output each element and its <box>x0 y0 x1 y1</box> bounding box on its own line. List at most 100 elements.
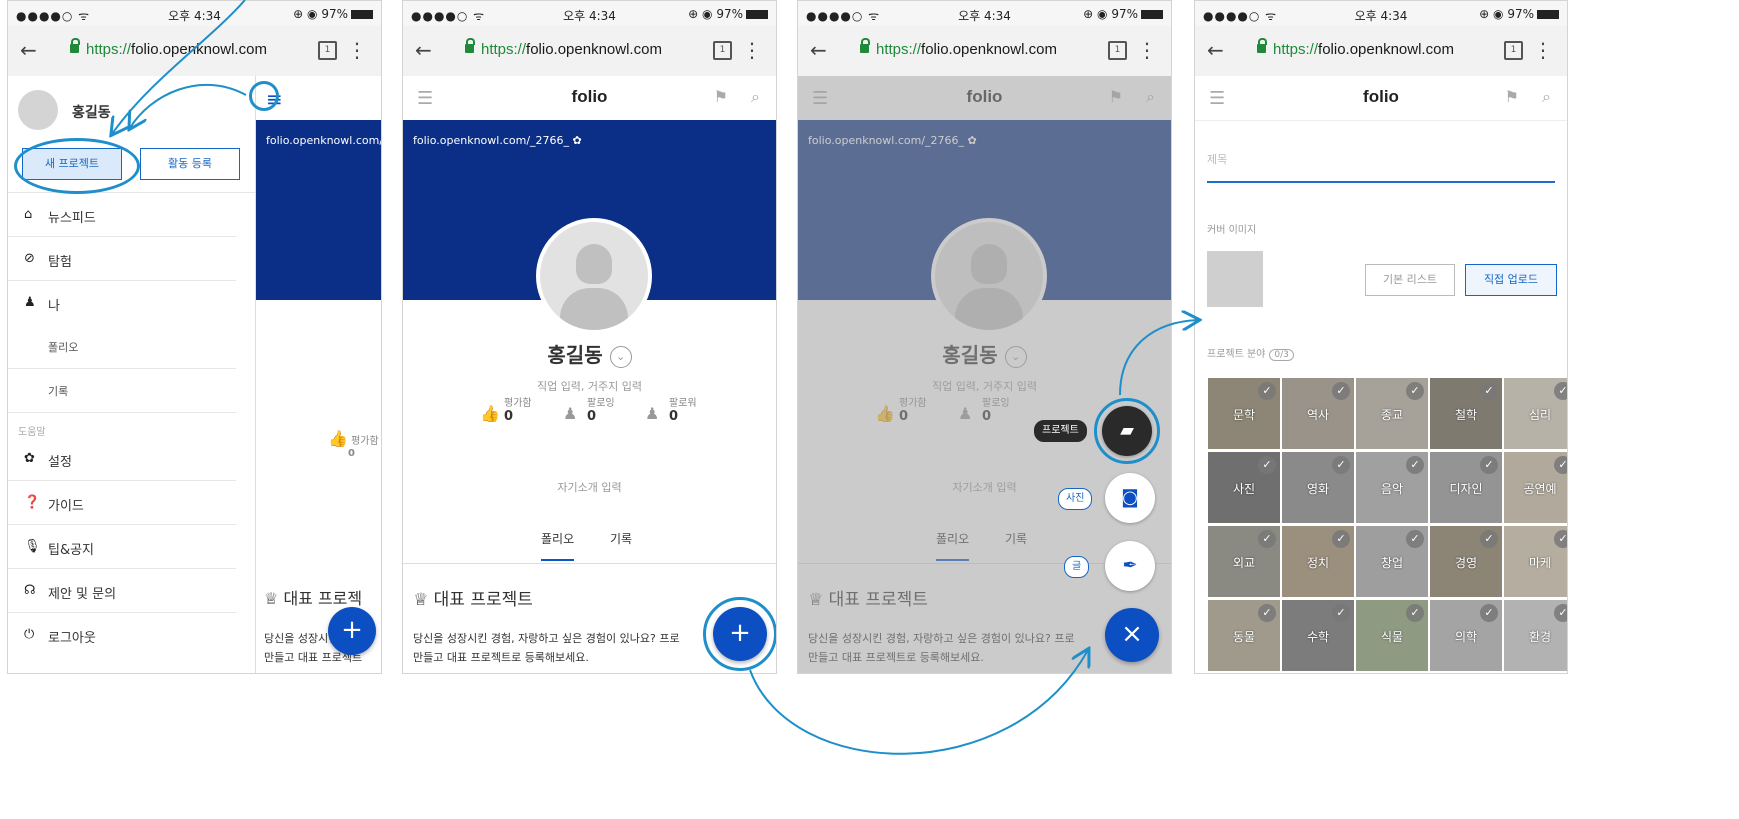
category-tile[interactable]: ✓ 의학 <box>1429 599 1503 672</box>
chevron-down-icon[interactable]: ⌄ <box>609 345 632 368</box>
register-activity-button[interactable]: 활동 등록 <box>140 148 240 180</box>
flag-icon[interactable]: ⚑ <box>714 87 728 106</box>
drawer-item-settings[interactable]: ✿ 설정 <box>8 437 236 481</box>
category-tile-label: 공연예 <box>1523 482 1557 496</box>
profile-avatar[interactable] <box>536 218 652 334</box>
category-tile-label: 철학 <box>1454 408 1478 422</box>
fab-label-project[interactable]: 프로젝트 <box>1034 420 1087 442</box>
app-header: ☰ folio ⚑ ⌕ <box>403 76 776 121</box>
address-field[interactable]: https://folio.openknowl.com <box>481 41 662 58</box>
category-tile[interactable]: ✓ 음악 <box>1355 451 1429 524</box>
category-tile[interactable]: ✓ 공연예 <box>1503 451 1567 524</box>
camera-icon[interactable]: ◙ <box>1105 473 1155 523</box>
tab-folio[interactable]: 폴리오 <box>541 530 575 561</box>
drawer-item-me[interactable]: ♟ 나 <box>8 281 236 325</box>
category-tile[interactable]: ✓ 식물 <box>1355 599 1429 672</box>
category-tile[interactable]: ✓ 디자인 <box>1429 451 1503 524</box>
direct-upload-button[interactable]: 직접 업로드 <box>1465 264 1557 296</box>
follow-icon: ♟ <box>563 404 578 423</box>
tab-switcher-icon[interactable]: 1 <box>713 41 732 60</box>
category-tile[interactable]: ✓ 사진 <box>1207 451 1281 524</box>
category-tile[interactable]: ✓ 마케 <box>1503 525 1567 598</box>
category-tile[interactable]: ✓ 영화 <box>1281 451 1355 524</box>
stat-rated[interactable]: 👍 평가함 0 <box>478 394 568 424</box>
check-icon: ✓ <box>1332 604 1350 622</box>
close-fab-button[interactable]: × <box>1105 608 1159 662</box>
fab-label-text[interactable]: 글 <box>1064 556 1090 578</box>
title-input[interactable]: 제목 <box>1207 151 1227 167</box>
drawer-item-tips[interactable]: 🎙 팁&공지 <box>8 525 236 569</box>
battery-icon <box>1537 10 1559 19</box>
category-tile[interactable]: ✓ 외교 <box>1207 525 1281 598</box>
browser-menu-icon[interactable]: ⋮ <box>1137 38 1157 62</box>
category-tile-label: 사진 <box>1232 482 1256 496</box>
tab-switcher-icon[interactable]: 1 <box>318 41 337 60</box>
default-list-button[interactable]: 기본 리스트 <box>1365 264 1455 296</box>
folder-open-icon[interactable]: ▰ <box>1102 406 1152 456</box>
address-field[interactable]: https://folio.openknowl.com <box>86 41 267 58</box>
back-arrow-icon[interactable]: ← <box>1207 38 1224 62</box>
drawer-item-newsfeed[interactable]: ⌂ 뉴스피드 <box>8 193 236 237</box>
compass-icon: ⊘ <box>24 251 35 266</box>
drawer-item-feedback[interactable]: ☊ 제안 및 문의 <box>8 569 236 613</box>
category-tile[interactable]: ✓ 철학 <box>1429 377 1503 450</box>
address-field[interactable]: https://folio.openknowl.com <box>876 41 1057 58</box>
thumbs-up-icon: 👍 <box>480 404 500 423</box>
browser-menu-icon[interactable]: ⋮ <box>347 38 367 62</box>
category-tile[interactable]: ✓ 경영 <box>1429 525 1503 598</box>
intro-field[interactable]: 자기소개 입력 <box>403 479 776 495</box>
highlight-ring <box>249 81 279 111</box>
category-tile[interactable]: ✓ 종교 <box>1355 377 1429 450</box>
category-tile-label: 외교 <box>1232 556 1256 570</box>
category-tile[interactable]: ✓ 환경 <box>1503 599 1567 672</box>
profile-subinfo[interactable]: 직업 입력, 거주지 입력 <box>403 378 776 394</box>
check-icon: ✓ <box>1554 530 1567 548</box>
help-section-label: 도움말 <box>18 427 46 438</box>
category-tile[interactable]: ✓ 창업 <box>1355 525 1429 598</box>
check-icon: ✓ <box>1406 530 1424 548</box>
category-tile[interactable]: ✓ 동물 <box>1207 599 1281 672</box>
back-arrow-icon[interactable]: ← <box>415 38 432 62</box>
category-tile[interactable]: ✓ 역사 <box>1281 377 1355 450</box>
category-tile[interactable]: ✓ 정치 <box>1281 525 1355 598</box>
highlight-ring <box>14 138 140 194</box>
headset-icon: ☊ <box>24 583 36 598</box>
browser-menu-icon[interactable]: ⋮ <box>1533 38 1553 62</box>
help-icon: ❓ <box>24 495 41 510</box>
category-label: 프로젝트 분야 0/3 <box>1207 345 1294 361</box>
flag-icon[interactable]: ⚑ <box>1505 87 1519 106</box>
fab-label-photo[interactable]: 사진 <box>1058 488 1093 510</box>
category-tile[interactable]: ✓ 문학 <box>1207 377 1281 450</box>
battery-indicator: ⊕ ◉ 97% <box>1479 7 1559 21</box>
address-field[interactable]: https://folio.openknowl.com <box>1273 41 1454 58</box>
search-icon[interactable]: ⌕ <box>1542 87 1551 107</box>
category-tile[interactable]: ✓ 심리 <box>1503 377 1567 450</box>
drawer-item-records[interactable]: 기록 <box>8 369 236 413</box>
browser-url-bar: ← https://folio.openknowl.com 1 ⋮ <box>403 26 776 77</box>
drawer-item-explore[interactable]: ⊘ 탐험 <box>8 237 236 281</box>
tab-switcher-icon[interactable]: 1 <box>1108 41 1127 60</box>
pen-icon[interactable]: ✒ <box>1105 541 1155 591</box>
search-icon[interactable]: ⌕ <box>751 87 760 107</box>
back-arrow-icon[interactable]: ← <box>810 38 827 62</box>
tab-switcher-icon[interactable]: 1 <box>1504 41 1523 60</box>
stat-following[interactable]: ♟ 팔로잉 0 <box>561 394 651 424</box>
tab-records[interactable]: 기록 <box>610 530 632 547</box>
stat-followers[interactable]: ♟ 팔로워 0 <box>643 394 733 424</box>
drawer-item-guide[interactable]: ❓ 가이드 <box>8 481 236 525</box>
drawer-item-logout[interactable]: ⏻ 로그아웃 <box>8 613 236 657</box>
category-tile-label: 문학 <box>1232 408 1256 422</box>
add-fab-button[interactable]: + <box>328 607 376 655</box>
add-fab-button[interactable]: + <box>713 607 767 661</box>
gear-icon[interactable]: ✿ <box>573 134 582 147</box>
check-icon: ✓ <box>1554 456 1567 474</box>
stat-rated: 👍 평가함 0 <box>328 429 379 459</box>
category-tile[interactable]: ✓ 수학 <box>1281 599 1355 672</box>
browser-menu-icon[interactable]: ⋮ <box>742 38 762 62</box>
banner-url[interactable]: folio.openknowl.com/_2766_ ✿ <box>413 134 582 147</box>
back-arrow-icon[interactable]: ← <box>20 38 37 62</box>
check-icon: ✓ <box>1554 382 1567 400</box>
power-icon: ⏻ <box>24 627 35 642</box>
drawer-item-folio[interactable]: 폴리오 <box>8 325 236 369</box>
avatar <box>18 90 58 130</box>
